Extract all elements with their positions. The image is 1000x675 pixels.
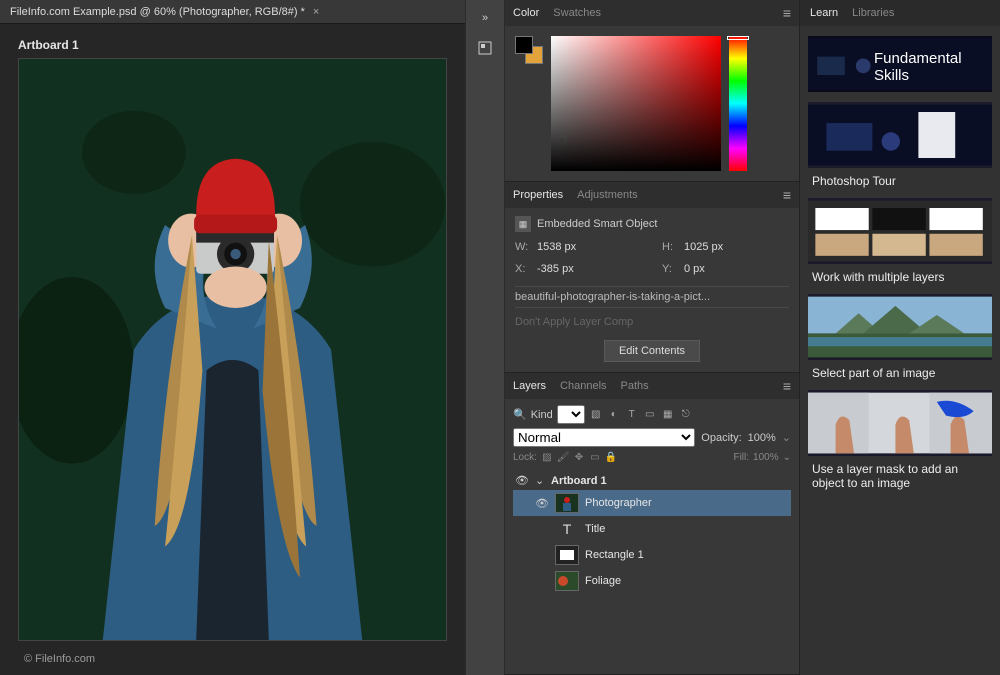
panel-menu-icon[interactable]: ≡ xyxy=(783,5,791,21)
filter-shape-icon[interactable]: ▭ xyxy=(643,408,657,422)
chevron-down-icon[interactable]: ⌄ xyxy=(535,474,545,487)
fill-value[interactable]: 100% xyxy=(753,452,779,463)
height-value[interactable]: 1025 px xyxy=(684,241,723,253)
y-label: Y: xyxy=(662,263,678,275)
tile-caption: Use a layer mask to add an object to an … xyxy=(808,456,992,492)
history-panel-icon[interactable] xyxy=(473,36,497,60)
layer-name[interactable]: Rectangle 1 xyxy=(585,549,644,561)
object-type-label: Embedded Smart Object xyxy=(537,218,657,230)
fill-label: Fill: xyxy=(733,452,749,463)
artwork-image xyxy=(19,59,446,640)
lock-label: Lock: xyxy=(513,452,537,463)
kind-filter-select[interactable] xyxy=(557,405,585,424)
layer-name[interactable]: Title xyxy=(585,523,605,535)
color-panel: Color Swatches ≡ xyxy=(505,0,799,182)
y-value[interactable]: 0 px xyxy=(684,263,705,275)
layer-name[interactable]: Photographer xyxy=(585,497,652,509)
filter-type-icon[interactable]: T xyxy=(625,408,639,422)
edit-contents-button[interactable]: Edit Contents xyxy=(604,340,700,362)
panel-menu-icon[interactable]: ≡ xyxy=(783,187,791,203)
canvas-area: FileInfo.com Example.psd @ 60% (Photogra… xyxy=(0,0,465,675)
filter-pixel-icon[interactable]: ▧ xyxy=(589,408,603,422)
visibility-toggle-icon[interactable]: 👁 xyxy=(515,474,529,487)
learn-tile-select[interactable]: Select part of an image xyxy=(808,294,992,382)
panels-column: Color Swatches ≡ Properties xyxy=(505,0,800,675)
width-value[interactable]: 1538 px xyxy=(537,241,576,253)
panel-menu-icon[interactable]: ≡ xyxy=(783,378,791,394)
layer-artboard[interactable]: 👁 ⌄ Artboard 1 xyxy=(513,471,791,490)
layer-comp-select[interactable]: Don't Apply Layer Comp xyxy=(515,314,789,336)
document-title: FileInfo.com Example.psd @ 60% (Photogra… xyxy=(10,6,305,18)
layer-list: 👁 ⌄ Artboard 1 👁 Photographer T Title xyxy=(513,471,791,594)
lock-position-icon[interactable]: ✥ xyxy=(573,451,585,463)
color-field[interactable] xyxy=(551,36,721,171)
layer-foliage[interactable]: Foliage xyxy=(513,568,791,594)
smart-object-icon: ▦ xyxy=(515,216,531,232)
text-layer-icon: T xyxy=(555,519,579,539)
tab-channels[interactable]: Channels xyxy=(560,376,606,396)
tile-caption: Photoshop Tour xyxy=(808,168,992,190)
lock-pixels-icon[interactable]: 🖌 xyxy=(557,451,569,463)
fg-bg-swatch[interactable] xyxy=(515,36,543,64)
embedded-filename: beautiful-photographer-is-taking-a-pict.… xyxy=(515,286,789,308)
document-tab[interactable]: FileInfo.com Example.psd @ 60% (Photogra… xyxy=(0,0,465,24)
width-label: W: xyxy=(515,241,531,253)
x-value[interactable]: -385 px xyxy=(537,263,574,275)
tile-caption: Work with multiple layers xyxy=(808,264,992,286)
visibility-toggle-icon[interactable]: 👁 xyxy=(535,497,549,510)
learn-panel: Learn Libraries Fundamental Skills Photo… xyxy=(800,0,1000,675)
filter-toggle-icon[interactable]: ⎋ xyxy=(679,408,693,422)
filter-smartobject-icon[interactable]: ▦ xyxy=(661,408,675,422)
layer-photographer[interactable]: 👁 Photographer xyxy=(513,490,791,516)
tab-layers[interactable]: Layers xyxy=(513,376,546,396)
tab-adjustments[interactable]: Adjustments xyxy=(577,185,638,205)
layer-title[interactable]: T Title xyxy=(513,516,791,542)
lock-artboard-icon[interactable]: ▭ xyxy=(589,451,601,463)
tab-properties[interactable]: Properties xyxy=(513,185,563,205)
tile-caption: Select part of an image xyxy=(808,360,992,382)
hero-title: Fundamental Skills xyxy=(874,50,984,84)
close-icon[interactable]: × xyxy=(313,6,319,18)
blend-mode-select[interactable]: Normal xyxy=(513,428,695,447)
x-label: X: xyxy=(515,263,531,275)
layer-name[interactable]: Artboard 1 xyxy=(551,475,607,487)
tab-learn[interactable]: Learn xyxy=(810,7,838,19)
layers-panel: Layers Channels Paths ≡ 🔍 Kind ▧ ◐ T ▭ ▦… xyxy=(505,373,799,675)
layer-name[interactable]: Foliage xyxy=(585,575,621,587)
layer-thumbnail xyxy=(555,571,579,591)
layer-thumbnail xyxy=(555,545,579,565)
tab-swatches[interactable]: Swatches xyxy=(553,3,601,23)
expand-panels-icon[interactable]: » xyxy=(473,6,497,30)
foreground-swatch[interactable] xyxy=(515,36,533,54)
opacity-label: Opacity: xyxy=(701,432,741,444)
color-field-cursor[interactable] xyxy=(557,135,567,145)
properties-panel: Properties Adjustments ≡ ▦ Embedded Smar… xyxy=(505,182,799,373)
learn-hero[interactable]: Fundamental Skills xyxy=(808,36,992,92)
tab-color[interactable]: Color xyxy=(513,3,539,23)
canvas[interactable] xyxy=(18,58,447,641)
kind-filter-label: Kind xyxy=(531,409,553,421)
opacity-value[interactable]: 100% xyxy=(748,432,776,444)
layer-rectangle[interactable]: Rectangle 1 xyxy=(513,542,791,568)
filter-adjustment-icon[interactable]: ◐ xyxy=(607,408,621,422)
hue-slider[interactable] xyxy=(729,36,747,171)
artboard-label: Artboard 1 xyxy=(0,24,465,58)
hue-slider-thumb[interactable] xyxy=(727,36,749,40)
tab-libraries[interactable]: Libraries xyxy=(852,7,894,19)
learn-tile-layers[interactable]: Work with multiple layers xyxy=(808,198,992,286)
tab-paths[interactable]: Paths xyxy=(621,376,649,396)
collapsed-panels-strip: » xyxy=(465,0,505,675)
lock-transparency-icon[interactable]: ▨ xyxy=(541,451,553,463)
height-label: H: xyxy=(662,241,678,253)
lock-all-icon[interactable]: 🔒 xyxy=(605,451,617,463)
learn-tile-mask[interactable]: Use a layer mask to add an object to an … xyxy=(808,390,992,492)
learn-tile-tour[interactable]: Photoshop Tour xyxy=(808,102,992,190)
watermark: © FileInfo.com xyxy=(24,653,95,665)
layer-thumbnail xyxy=(555,493,579,513)
